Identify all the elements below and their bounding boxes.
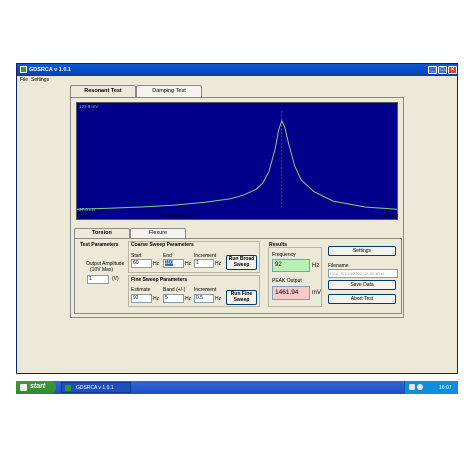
coarse-sweep-title: Coarse Sweep Parameters (131, 242, 194, 248)
y-max-label: 123.9 mV (79, 104, 99, 109)
maximize-button[interactable]: □ (438, 66, 447, 74)
amplitude-max-label: (10V Max) (90, 267, 114, 273)
increment-unit: Hz (215, 261, 222, 267)
estimate-label: Estimate (131, 287, 151, 293)
band-label: Band (+/-) (163, 287, 186, 293)
abort-test-button[interactable]: Abort Test (328, 294, 396, 304)
network-icon[interactable] (409, 384, 415, 390)
test-params-title: Test Parameters (80, 242, 119, 248)
estimate-unit: Hz (153, 296, 160, 302)
frequency-result-unit: Hz (312, 263, 320, 269)
x-min-label: 60 Hz (77, 213, 91, 219)
filename-input[interactable]: RCA_9/10/4/2702_15:52:30.xl (328, 269, 398, 278)
system-tray: 16:07 (404, 381, 458, 394)
frequency-result: 92 (272, 259, 310, 272)
tab-damping-test[interactable]: Damping Test (136, 85, 202, 97)
tab-flexure[interactable]: Flexure (130, 228, 186, 238)
fine-increment-label: Increment (194, 287, 217, 293)
settings-button[interactable]: Settings (328, 246, 396, 256)
response-curve (77, 119, 397, 210)
frequency-plot: 123.9 mV 37.6 mV (76, 102, 398, 220)
title-bar: GDSRCA v 1.0.1 _ □ × (17, 64, 457, 76)
end-input[interactable]: 110 (163, 259, 184, 268)
windows-logo-icon (20, 384, 27, 391)
amplitude-input[interactable]: 1 (87, 275, 109, 284)
menu-file[interactable]: File (20, 77, 28, 83)
fine-increment-input[interactable]: 0.5 (194, 294, 214, 303)
menu-bar: File Settings (17, 76, 457, 84)
end-input-text: 110 (165, 260, 173, 266)
taskbar: start GDSRCA v 1.0.1 16:07 (16, 381, 458, 394)
chart-svg (77, 111, 397, 210)
taskbar-app-label: GDSRCA v 1.0.1 (76, 385, 114, 391)
end-unit: Hz (185, 261, 192, 267)
run-broad-sweep-button[interactable]: Run Broad Sweep (226, 255, 257, 270)
minimize-button[interactable]: _ (428, 66, 437, 74)
amplitude-unit: (V) (112, 276, 119, 282)
y-min-label: 37.6 mV (79, 207, 96, 212)
increment-input[interactable]: 1 (194, 259, 214, 268)
tab-torsion[interactable]: Torsion (74, 228, 130, 238)
close-button[interactable]: × (448, 66, 457, 74)
taskbar-app-button[interactable]: GDSRCA v 1.0.1 (61, 382, 131, 393)
window-title: GDSRCA v 1.0.1 (29, 67, 71, 73)
volume-icon[interactable] (417, 384, 423, 390)
save-data-button[interactable]: Save Data (328, 280, 396, 290)
start-label: start (30, 383, 46, 390)
fine-increment-unit: Hz (215, 296, 222, 302)
peak-output-result: 1461.94 (272, 286, 310, 300)
taskbar-app-icon (65, 385, 71, 391)
tab-resonant-test[interactable]: Resonant Test (70, 85, 136, 97)
peak-output-unit: mV (312, 290, 321, 296)
fine-sweep-title: Fine Sweep Parameters (131, 277, 188, 283)
start-unit: Hz (153, 261, 160, 267)
start-input[interactable]: 60 (131, 259, 152, 268)
band-unit: Hz (185, 296, 192, 302)
band-input[interactable]: 5 (163, 294, 184, 303)
x-max-label: 110 Hz (383, 213, 399, 219)
clock: 16:07 (439, 385, 452, 391)
app-icon (20, 66, 27, 73)
x-axis-label: Frequency (Hz) (160, 213, 195, 219)
start-button[interactable]: start (16, 381, 56, 394)
run-fine-sweep-button[interactable]: Run Fine Sweep (226, 290, 257, 305)
estimate-input[interactable]: 92 (131, 294, 152, 303)
peak-output-label: PEAK Output (272, 278, 302, 284)
menu-settings[interactable]: Settings (31, 77, 49, 83)
frequency-label: Frequency (272, 252, 296, 258)
